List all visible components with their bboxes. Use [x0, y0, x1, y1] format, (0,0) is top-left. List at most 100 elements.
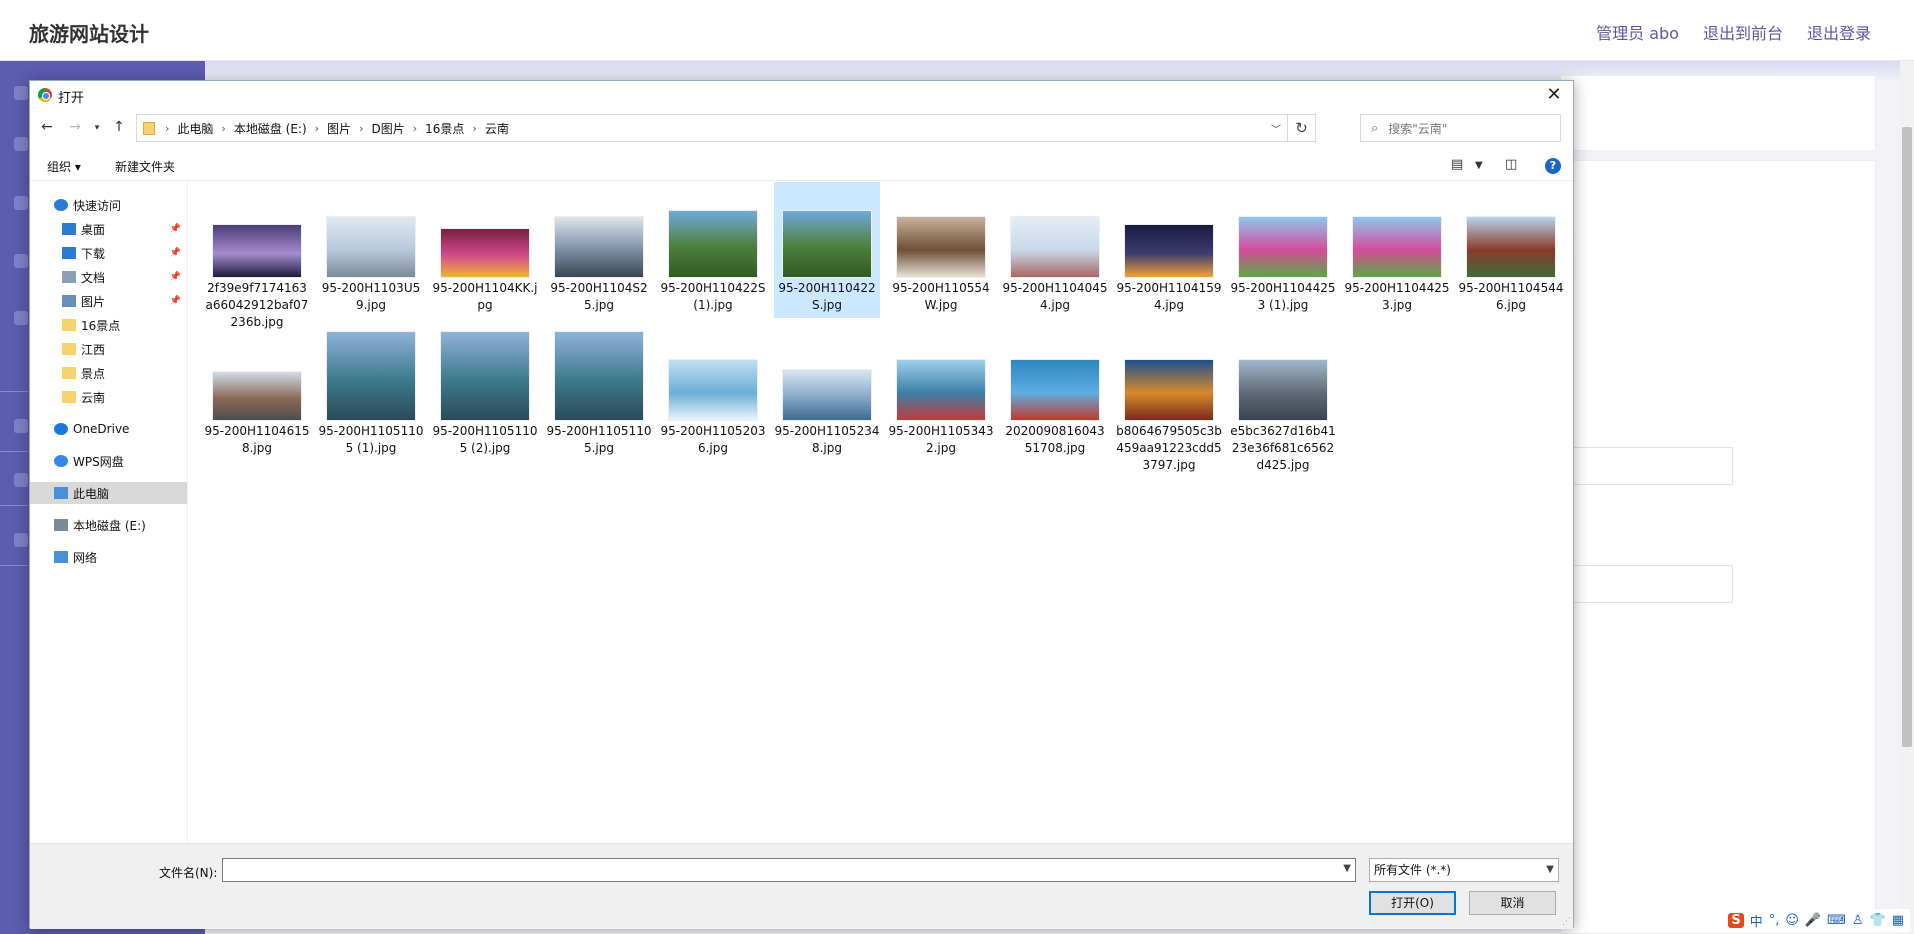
nav-item[interactable]: 图片 📌	[30, 290, 187, 312]
nav-item[interactable]: 桌面 📌	[30, 218, 187, 240]
desktop-icon	[62, 223, 76, 235]
breadcrumb-this-pc[interactable]: 此电脑	[177, 120, 213, 137]
ime-user-icon[interactable]: ♙	[1852, 913, 1864, 928]
file-item[interactable]: 95-200H11052348.jpg	[774, 325, 880, 461]
nav-item[interactable]: 江西	[30, 338, 187, 360]
close-icon[interactable]: ✕	[1543, 84, 1565, 106]
organize-button[interactable]: 组织 ▾	[47, 158, 81, 175]
pin-icon[interactable]: 📌	[170, 272, 181, 282]
nav-item[interactable]: 网络	[30, 546, 187, 568]
ime-logo-icon[interactable]: S	[1728, 913, 1744, 928]
preview-pane-icon[interactable]: ◫	[1505, 157, 1517, 172]
dialog-titlebar[interactable]: 打开 ✕	[30, 81, 1573, 109]
breadcrumb-16-spots[interactable]: 16景点	[425, 120, 464, 137]
forward-arrow-icon[interactable]: →	[66, 119, 84, 135]
nav-item[interactable]: OneDrive	[30, 418, 187, 440]
filetype-select[interactable]: 所有文件 (*.*) ▼	[1369, 858, 1559, 882]
address-bar[interactable]: › 此电脑 › 本地磁盘 (E:) › 图片 › D图片 › 16景点 › 云南…	[136, 114, 1316, 142]
ime-mic-icon[interactable]: 🎤	[1805, 913, 1821, 928]
sidebar-clock-icon[interactable]	[14, 254, 28, 268]
file-item[interactable]: 95-200H110554W.jpg	[888, 182, 994, 318]
exit-to-frontend-link[interactable]: 退出到前台	[1703, 20, 1783, 44]
file-item[interactable]: 95-200H11052036.jpg	[660, 325, 766, 461]
nav-item[interactable]: 16景点	[30, 314, 187, 336]
file-item[interactable]: 95-200H1103U59.jpg	[318, 182, 424, 318]
form-field[interactable]	[1570, 565, 1733, 603]
file-item[interactable]: 95-200H11051105 (1).jpg	[318, 325, 424, 461]
filename-input[interactable]: ▼	[222, 858, 1356, 882]
ime-punct-icon[interactable]: °,	[1769, 913, 1780, 928]
sidebar-mail-icon[interactable]	[14, 533, 28, 547]
resize-grip-icon[interactable]: ⋰	[1562, 917, 1571, 927]
refresh-icon[interactable]: ↻	[1287, 115, 1315, 141]
file-item[interactable]: 95-200H11046158.jpg	[204, 325, 310, 461]
ime-keyboard-icon[interactable]: ⌨	[1827, 913, 1846, 928]
chevron-right-icon[interactable]: ›	[359, 122, 363, 135]
change-view-icon[interactable]: ▤	[1451, 157, 1463, 172]
cancel-button[interactable]: 取消	[1469, 891, 1556, 915]
chevron-down-icon[interactable]: ▼	[1343, 863, 1351, 874]
file-item[interactable]: 95-200H11040454.jpg	[1002, 182, 1108, 318]
pin-icon[interactable]: 📌	[170, 224, 181, 234]
file-item[interactable]: 95-200H11045446.jpg	[1458, 182, 1564, 318]
logout-link[interactable]: 退出登录	[1807, 20, 1871, 44]
ime-emoji-icon[interactable]: ☺	[1785, 913, 1799, 928]
sidebar-settings-icon[interactable]	[14, 196, 28, 210]
new-folder-button[interactable]: 新建文件夹	[115, 158, 175, 175]
ime-grid-icon[interactable]: ▦	[1892, 913, 1904, 928]
sidebar-home-icon[interactable]	[14, 86, 28, 100]
file-item[interactable]: 2020090816043 51708.jpg	[1002, 325, 1108, 461]
page-scrollbar-thumb[interactable]	[1902, 127, 1912, 747]
file-item[interactable]: 95-200H11051105 (2).jpg	[432, 325, 538, 461]
file-open-dialog: 打开 ✕ ← → ▾ ↑ › 此电脑 › 本地磁盘 (E:) › 图片 › D图…	[29, 80, 1574, 929]
nav-item[interactable]: WPS网盘	[30, 450, 187, 472]
file-item[interactable]: b8064679505c3b459aa91223cdd53797.jpg	[1116, 325, 1222, 472]
ime-mode-icon[interactable]: 中	[1750, 911, 1763, 930]
nav-item[interactable]: 本地磁盘 (E:)	[30, 514, 187, 536]
breadcrumb-drive[interactable]: 本地磁盘 (E:)	[234, 120, 307, 137]
chevron-right-icon[interactable]: ›	[472, 122, 476, 135]
search-input[interactable]: ⌕ 搜索"云南"	[1360, 114, 1561, 142]
file-item[interactable]: 95-200H11053432.jpg	[888, 325, 994, 461]
breadcrumb-yunnan[interactable]: 云南	[485, 120, 509, 137]
pin-icon[interactable]: 📌	[170, 296, 181, 306]
up-arrow-icon[interactable]: ↑	[110, 119, 128, 135]
nav-item[interactable]: 云南	[30, 386, 187, 408]
chevron-down-icon[interactable]: ▼	[1475, 160, 1483, 171]
back-arrow-icon[interactable]: ←	[38, 119, 56, 135]
file-item[interactable]: 95-200H11051105.jpg	[546, 325, 652, 461]
file-item[interactable]: 95-200H1104S25.jpg	[546, 182, 652, 318]
chevron-right-icon[interactable]: ›	[165, 122, 169, 135]
ime-skin-icon[interactable]: 👕	[1870, 913, 1886, 928]
recent-dropdown-icon[interactable]: ▾	[88, 123, 106, 133]
file-item[interactable]: 95-200H110422S (1).jpg	[660, 182, 766, 318]
nav-item[interactable]: 此电脑	[30, 482, 187, 504]
chevron-right-icon[interactable]: ›	[413, 122, 417, 135]
help-icon[interactable]: ?	[1545, 158, 1561, 174]
nav-item[interactable]: 下载 📌	[30, 242, 187, 264]
nav-item[interactable]: 快速访问	[30, 194, 187, 216]
sidebar-list-icon[interactable]	[14, 311, 28, 325]
file-item[interactable]: 95-200H11044253 (1).jpg	[1230, 182, 1336, 318]
file-item[interactable]: 2f39e9f7174163a66042912baf07236b.jpg	[204, 182, 310, 329]
file-item[interactable]: 95-200H110422S.jpg	[774, 182, 880, 318]
chevron-right-icon[interactable]: ›	[315, 122, 319, 135]
form-field[interactable]	[1570, 447, 1733, 485]
open-button[interactable]: 打开(O)	[1369, 891, 1456, 915]
file-item[interactable]: 95-200H11044253.jpg	[1344, 182, 1450, 318]
nav-item[interactable]: 景点	[30, 362, 187, 384]
breadcrumb-d-pictures[interactable]: D图片	[371, 120, 404, 137]
sidebar-doc-icon[interactable]	[14, 419, 28, 433]
page-scrollbar[interactable]	[1900, 61, 1914, 934]
pin-icon[interactable]: 📌	[170, 248, 181, 258]
file-item[interactable]: e5bc3627d16b4123e36f681c6562d425.jpg	[1230, 325, 1336, 472]
file-item[interactable]: 95-200H1104KK.jpg	[432, 182, 538, 318]
nav-item[interactable]: 文档 📌	[30, 266, 187, 288]
chevron-down-icon[interactable]: ﹀	[1271, 121, 1281, 136]
sidebar-user-icon[interactable]	[14, 137, 28, 151]
breadcrumb-pictures[interactable]: 图片	[327, 120, 351, 137]
admin-user-link[interactable]: 管理员 abo	[1596, 20, 1679, 44]
sidebar-send-icon[interactable]	[14, 473, 28, 487]
file-item[interactable]: 95-200H11041594.jpg	[1116, 182, 1222, 318]
chevron-right-icon[interactable]: ›	[221, 122, 225, 135]
